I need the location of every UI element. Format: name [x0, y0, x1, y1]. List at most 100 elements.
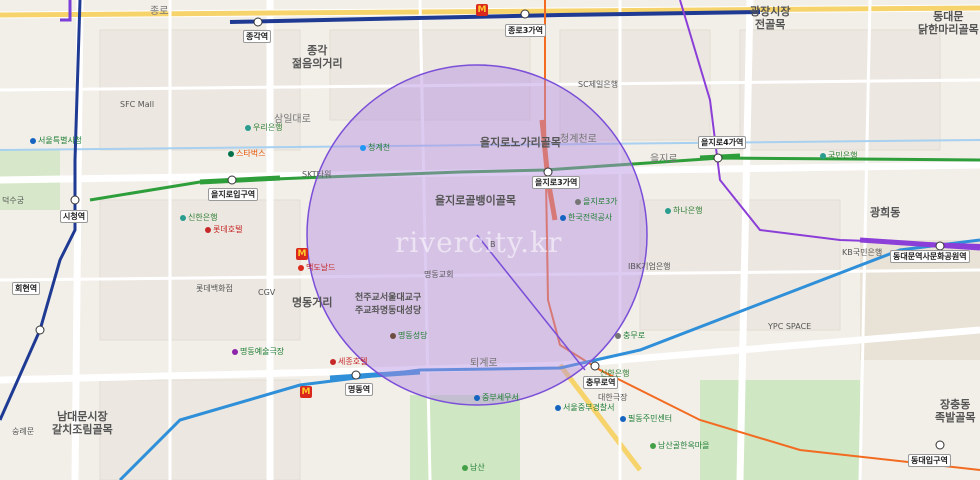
poi-label: 명동성당 [398, 331, 428, 340]
landmark-sungnyemun[interactable]: 숭례문 [12, 427, 34, 436]
station-ddu[interactable]: 동대입구역 [908, 454, 951, 467]
poi-namsan[interactable]: 남산 [462, 462, 485, 473]
poi-label: 을지로3가 [583, 197, 618, 206]
landmark-myeongdong-church[interactable]: 명동교회 [424, 270, 453, 279]
poi-label: 하나은행 [673, 206, 703, 215]
road-label-toegye: 퇴계로 [470, 358, 498, 369]
poi-label: 우리은행 [253, 123, 283, 132]
poi-pildong[interactable]: 필동주민센터 [620, 413, 672, 424]
station-cityhall[interactable]: 시청역 [60, 210, 89, 223]
park-icon [650, 442, 656, 449]
landmark-kb[interactable]: KB국민은행 [842, 248, 882, 257]
station-euljiro4[interactable]: 을지로4가역 [698, 136, 747, 149]
theater-icon [232, 348, 238, 355]
station-jonggak[interactable]: 종각역 [243, 30, 272, 43]
church-icon [390, 332, 396, 339]
poi-starbucks[interactable]: 스타벅스 [228, 148, 265, 159]
bank-icon [665, 207, 671, 214]
landmark-daehan[interactable]: 대한극장 [598, 393, 627, 402]
station-myeongdong[interactable]: 명동역 [345, 383, 374, 396]
landmark-cgv[interactable]: CGV [258, 288, 275, 297]
poi-euljiro3[interactable]: 을지로3가 [575, 196, 618, 207]
poi-label: 남산골한옥마을 [658, 441, 710, 450]
poi-label: 서울중부경찰서 [563, 403, 615, 412]
poi-kepco[interactable]: 한국전력공사 [560, 212, 612, 223]
landmark-sfc[interactable]: SFC Mall [120, 100, 154, 109]
map-canvas[interactable]: 종각 젊음의거리 을지로골뱅이골목 을지로노가리골목 명동거리 광장시장 전골목 동… [0, 0, 980, 480]
district-golbaengi: 을지로골뱅이골목 [435, 194, 516, 207]
poi-label: 롯데호텔 [213, 225, 243, 234]
district-namdaemun: 남대문시장 갈치조림골목 [52, 410, 113, 436]
station-marker [35, 325, 45, 335]
station-hoehyeon[interactable]: 회현역 [12, 282, 41, 295]
station-marker [351, 370, 361, 380]
poi-label: 청계천 [368, 143, 391, 152]
landmark-lotte[interactable]: 롯데백화점 [196, 284, 233, 293]
poi-cathedral[interactable]: 명동성당 [390, 330, 427, 341]
poi-kookmin[interactable]: 국민은행 [820, 150, 857, 161]
road-label-jongno: 종로 [150, 6, 169, 17]
poi-label: 맥도날드 [306, 263, 336, 272]
poi-taxoffice[interactable]: 중부세무서 [474, 392, 519, 403]
police-icon [555, 404, 561, 411]
poi-cityhall[interactable]: 서울특별시청 [30, 135, 82, 146]
poi-label: 신한은행 [188, 213, 218, 222]
poi-mcdonalds[interactable]: 맥도날드 [298, 262, 335, 273]
district-myeongdong: 명동거리 [292, 296, 333, 309]
poi-label: 국민은행 [828, 151, 858, 160]
poi-label: 한국전력공사 [568, 213, 613, 222]
government-icon [620, 415, 626, 422]
poi-sejong[interactable]: 세종호텔 [330, 356, 367, 367]
station-marker [935, 440, 945, 450]
road-label-euljiro: 을지로 [650, 154, 678, 165]
landmark-skt[interactable]: SKT타워 [302, 170, 331, 179]
landmark-sc[interactable]: SC제일은행 [578, 80, 618, 89]
bank-icon [820, 152, 826, 159]
district-gwanghui: 광희동 [870, 206, 901, 219]
station-jongno3[interactable]: 종로3가역 [505, 24, 547, 37]
poi-label: 스타벅스 [236, 149, 266, 158]
poi-label: 필동주민센터 [628, 414, 673, 423]
water-icon [360, 144, 366, 151]
landmark-ibk[interactable]: IBK기업은행 [628, 262, 671, 271]
poi-label: 중부세무서 [482, 393, 519, 402]
station-ddp[interactable]: 동대문역사문화공원역 [890, 250, 970, 263]
poi-hanok[interactable]: 남산골한옥마을 [650, 440, 710, 451]
poi-theater[interactable]: 명동예술극장 [232, 346, 284, 357]
poi-lottehotel[interactable]: 롯데호텔 [205, 224, 242, 235]
hotel-icon [330, 358, 336, 365]
mcdonalds-logo[interactable]: M [296, 248, 308, 260]
government-icon [30, 137, 36, 144]
poi-label: 세종호텔 [338, 357, 368, 366]
landmark-deoksugung[interactable]: 덕수궁 [2, 196, 24, 205]
poi-hana[interactable]: 하나은행 [665, 205, 702, 216]
poi-label: 남산 [470, 463, 485, 472]
station-marker [713, 153, 723, 163]
landmark-cathedral[interactable]: 천주교서울대교구 주교좌명동대성당 [355, 292, 421, 318]
landmark-ebank[interactable]: 신한은행 [600, 369, 629, 378]
place-icon [615, 332, 621, 339]
mcdonalds-logo[interactable]: M [300, 386, 312, 398]
mcdonalds-logo[interactable]: M [476, 4, 488, 16]
station-euljiro3[interactable]: 을지로3가역 [532, 176, 581, 189]
station-marker [70, 195, 80, 205]
place-icon [575, 198, 581, 205]
station-marker [227, 175, 237, 185]
station-marker [543, 167, 553, 177]
poi-police[interactable]: 서울중부경찰서 [555, 402, 615, 413]
poi-cheonggye[interactable]: 청계천 [360, 142, 390, 153]
district-nogari: 을지로노가리골목 [480, 136, 561, 149]
poi-label: 명동예술극장 [240, 347, 285, 356]
poi-label: 충무로 [623, 331, 646, 340]
poi-shinhan[interactable]: 신한은행 [180, 212, 217, 223]
poi-chungmuro[interactable]: 충무로 [615, 330, 645, 341]
poi-label: 서울특별시청 [38, 136, 83, 145]
district-jonggak: 종각 젊음의거리 [292, 44, 343, 70]
poi-woori[interactable]: 우리은행 [245, 122, 282, 133]
station-euljiro1[interactable]: 을지로입구역 [208, 188, 259, 201]
watermark: rivercity.kr [395, 226, 563, 259]
government-icon [474, 394, 480, 401]
restaurant-icon [298, 264, 304, 271]
district-jangchung: 장충동 족발골목 [935, 398, 976, 424]
landmark-ypc[interactable]: YPC SPACE [768, 322, 811, 331]
